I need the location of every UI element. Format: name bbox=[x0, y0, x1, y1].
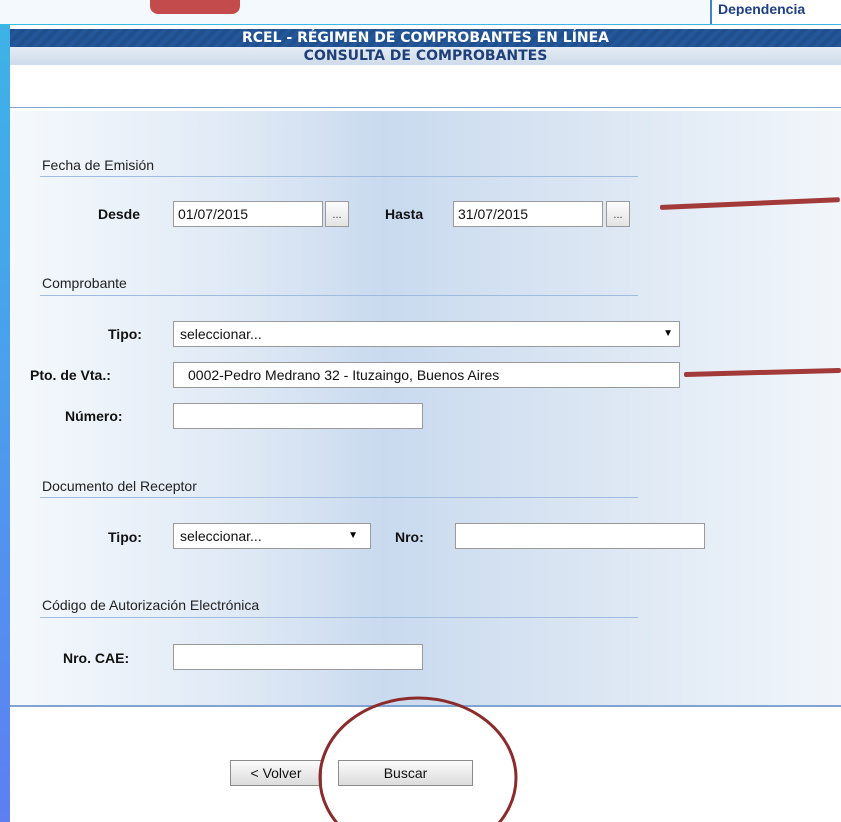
nro-cae-input[interactable] bbox=[173, 644, 423, 670]
section-rule bbox=[40, 617, 638, 618]
annotation-circle-shape bbox=[318, 696, 518, 822]
pto-vta-select[interactable]: 0002-Pedro Medrano 32 - Ituzaingo, Bueno… bbox=[173, 362, 680, 388]
hasta-label: Hasta bbox=[385, 206, 424, 222]
tipo-comprobante-select[interactable]: seleccionar... ▼ bbox=[173, 321, 680, 347]
section-cae: Código de Autorización Electrónica bbox=[42, 597, 260, 613]
page-title: RCEL - RÉGIMEN DE COMPROBANTES EN LÍNEA bbox=[10, 29, 841, 47]
nro-documento-input[interactable] bbox=[455, 523, 705, 549]
volver-button[interactable]: < Volver bbox=[230, 760, 322, 786]
section-rule bbox=[40, 497, 638, 498]
annotation-tab bbox=[150, 0, 240, 14]
chevron-down-icon: ▼ bbox=[663, 328, 673, 339]
numero-label: Número: bbox=[65, 408, 123, 424]
section-comprobante: Comprobante bbox=[42, 275, 127, 291]
tipo-documento-value: seleccionar... bbox=[180, 528, 262, 544]
header-divider bbox=[10, 107, 841, 108]
tipo-comprobante-label: Tipo: bbox=[108, 326, 142, 342]
hasta-date-input[interactable]: 31/07/2015 bbox=[453, 201, 603, 227]
pto-vta-value: 0002-Pedro Medrano 32 - Ituzaingo, Bueno… bbox=[188, 367, 500, 383]
desde-calendar-button[interactable]: ... bbox=[325, 201, 349, 227]
chevron-down-icon: ▼ bbox=[348, 530, 358, 541]
section-rule bbox=[40, 295, 638, 296]
top-bar bbox=[0, 0, 710, 24]
dependency-label: Dependencia bbox=[718, 2, 806, 16]
page-header: RCEL - RÉGIMEN DE COMPROBANTES EN LÍNEA … bbox=[10, 25, 841, 113]
nro-documento-label: Nro: bbox=[395, 529, 424, 545]
numero-input[interactable] bbox=[173, 403, 423, 429]
section-fecha-emision: Fecha de Emisión bbox=[42, 157, 155, 173]
page-subtitle: CONSULTA DE COMPROBANTES bbox=[10, 47, 841, 65]
tipo-documento-select[interactable]: seleccionar... ▼ bbox=[173, 523, 371, 549]
pto-vta-label: Pto. de Vta.: bbox=[30, 367, 111, 383]
desde-date-input[interactable]: 01/07/2015 bbox=[173, 201, 323, 227]
section-documento-receptor: Documento del Receptor bbox=[42, 478, 197, 494]
desde-label: Desde bbox=[98, 206, 141, 222]
annotation-circle bbox=[318, 696, 518, 822]
hasta-calendar-button[interactable]: ... bbox=[606, 201, 630, 227]
section-rule bbox=[40, 176, 638, 177]
nro-cae-label: Nro. CAE: bbox=[63, 650, 130, 666]
tipo-documento-label: Tipo: bbox=[108, 529, 142, 545]
tipo-comprobante-value: seleccionar... bbox=[180, 326, 262, 342]
